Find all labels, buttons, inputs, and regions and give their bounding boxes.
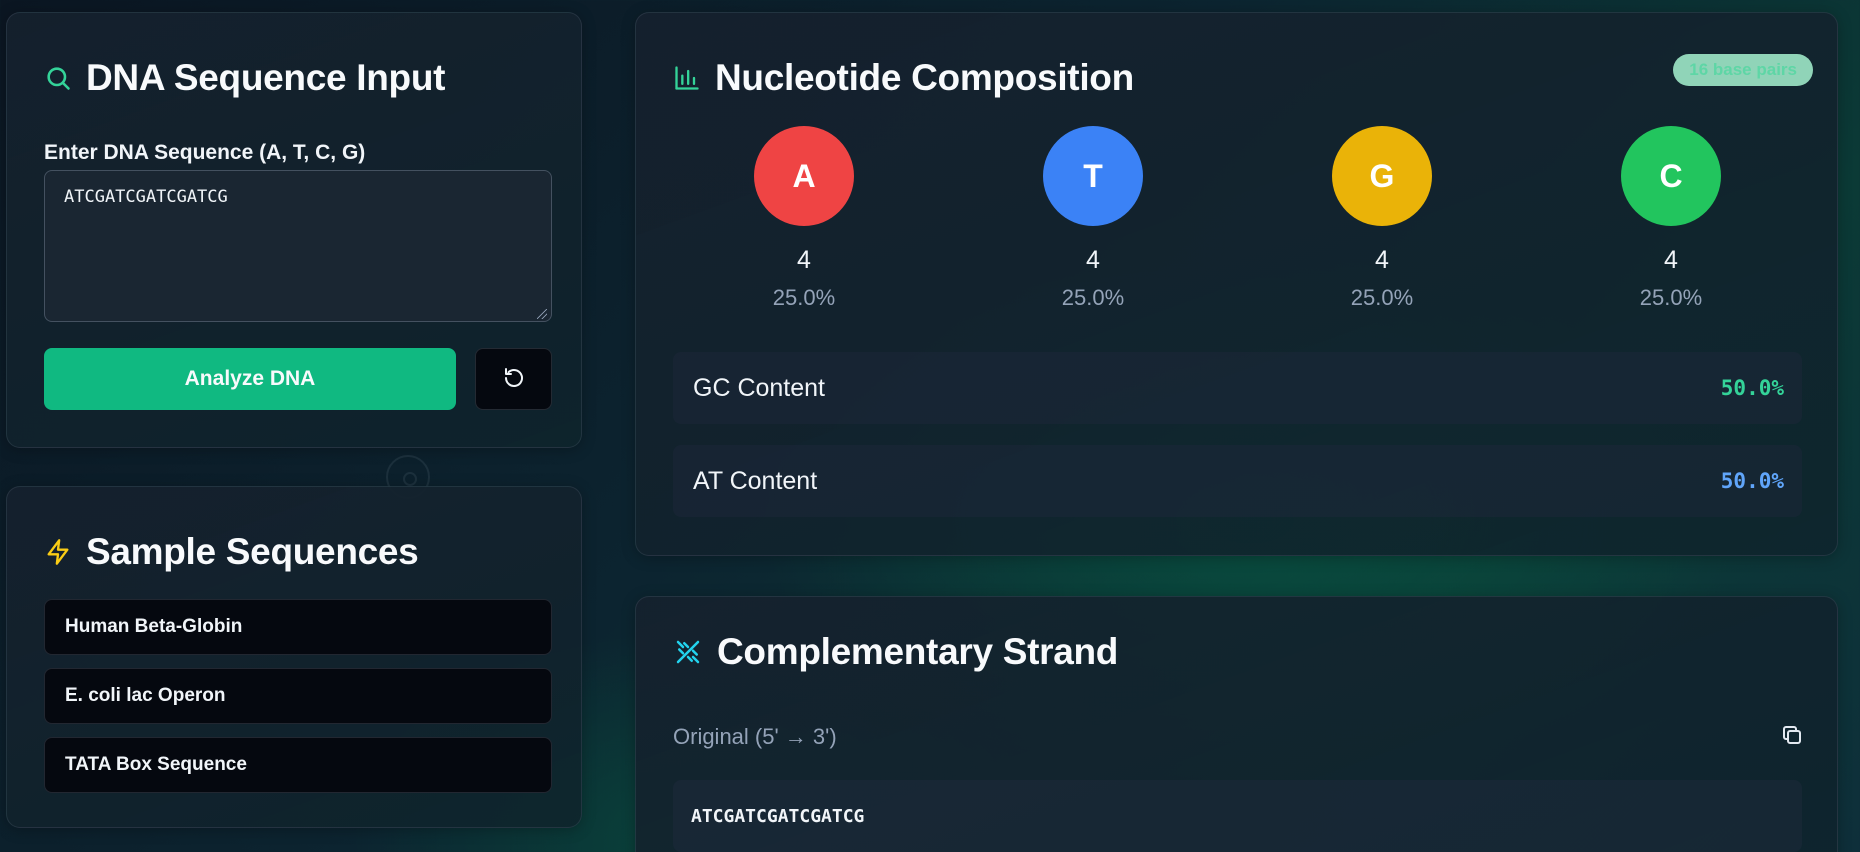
nucleotide-c-percent: 25.0% bbox=[1639, 285, 1703, 310]
copy-button[interactable] bbox=[1775, 719, 1809, 753]
nucleotide-c-circle: C bbox=[1621, 126, 1721, 226]
composition-title: Nucleotide Composition bbox=[673, 57, 1134, 99]
dna-icon bbox=[673, 637, 703, 667]
nucleotide-c-count: 4 bbox=[1664, 246, 1678, 274]
base-pairs-badge: 16 base pairs bbox=[1673, 54, 1813, 86]
reset-icon bbox=[502, 366, 526, 393]
nucleotide-a: A 4 25.0% bbox=[729, 126, 879, 311]
nucleotide-c: C 4 25.0% bbox=[1596, 126, 1746, 311]
bar-chart-icon bbox=[673, 64, 701, 92]
gc-content-value: 50.0% bbox=[1720, 376, 1784, 400]
dna-input-title-text: DNA Sequence Input bbox=[86, 57, 446, 98]
sample-item-tata-box[interactable]: TATA Box Sequence bbox=[44, 737, 552, 793]
nucleotide-g-percent: 25.0% bbox=[1350, 285, 1414, 310]
complementary-title: Complementary Strand bbox=[673, 631, 1118, 673]
at-content-row: AT Content 50.0% bbox=[673, 445, 1802, 517]
sequence-textarea[interactable]: ATCGATCGATCGATCG bbox=[44, 170, 552, 322]
lightning-icon bbox=[44, 537, 72, 567]
nucleotide-a-circle: A bbox=[754, 126, 854, 226]
nucleotide-t-circle: T bbox=[1043, 126, 1143, 226]
nucleotide-g-count: 4 bbox=[1375, 246, 1389, 274]
nucleotide-g-circle: G bbox=[1332, 126, 1432, 226]
nucleotide-t-percent: 25.0% bbox=[1061, 285, 1125, 310]
sample-sequences-card: Sample Sequences Human Beta-Globin E. co… bbox=[6, 486, 582, 828]
original-strand-label: Original (5' → 3') bbox=[673, 724, 837, 749]
gc-content-label: GC Content bbox=[693, 373, 826, 402]
resize-handle[interactable] bbox=[537, 309, 547, 319]
sample-item-human-beta-globin[interactable]: Human Beta-Globin bbox=[44, 599, 552, 655]
nucleotide-a-percent: 25.0% bbox=[772, 285, 836, 310]
gc-content-row: GC Content 50.0% bbox=[673, 352, 1802, 424]
at-content-value: 50.0% bbox=[1720, 469, 1784, 493]
complementary-strand-card: Complementary Strand Original (5' → 3') … bbox=[635, 596, 1838, 852]
sample-item-ecoli-lac-operon[interactable]: E. coli lac Operon bbox=[44, 668, 552, 724]
complementary-title-text: Complementary Strand bbox=[717, 631, 1119, 672]
search-icon bbox=[44, 64, 72, 92]
nucleotide-g: G 4 25.0% bbox=[1307, 126, 1457, 311]
dna-input-card: DNA Sequence Input Enter DNA Sequence (A… bbox=[6, 12, 582, 448]
original-sequence-box: ATCGATCGATCGATCG bbox=[673, 780, 1802, 852]
at-content-label: AT Content bbox=[693, 466, 818, 495]
nucleotide-t: T 4 25.0% bbox=[1018, 126, 1168, 311]
analyze-dna-button[interactable]: Analyze DNA bbox=[44, 348, 456, 410]
composition-title-text: Nucleotide Composition bbox=[715, 57, 1134, 98]
sample-sequences-title: Sample Sequences bbox=[44, 531, 419, 573]
reset-button[interactable] bbox=[475, 348, 552, 410]
nucleotide-a-count: 4 bbox=[797, 246, 811, 274]
nucleotide-t-count: 4 bbox=[1086, 246, 1100, 274]
dna-input-title: DNA Sequence Input bbox=[44, 57, 445, 99]
sequence-field-label: Enter DNA Sequence (A, T, C, G) bbox=[44, 141, 366, 164]
copy-icon bbox=[1780, 723, 1804, 750]
sample-sequences-title-text: Sample Sequences bbox=[86, 531, 419, 572]
nucleotide-composition-card: Nucleotide Composition 16 base pairs A 4… bbox=[635, 12, 1838, 556]
